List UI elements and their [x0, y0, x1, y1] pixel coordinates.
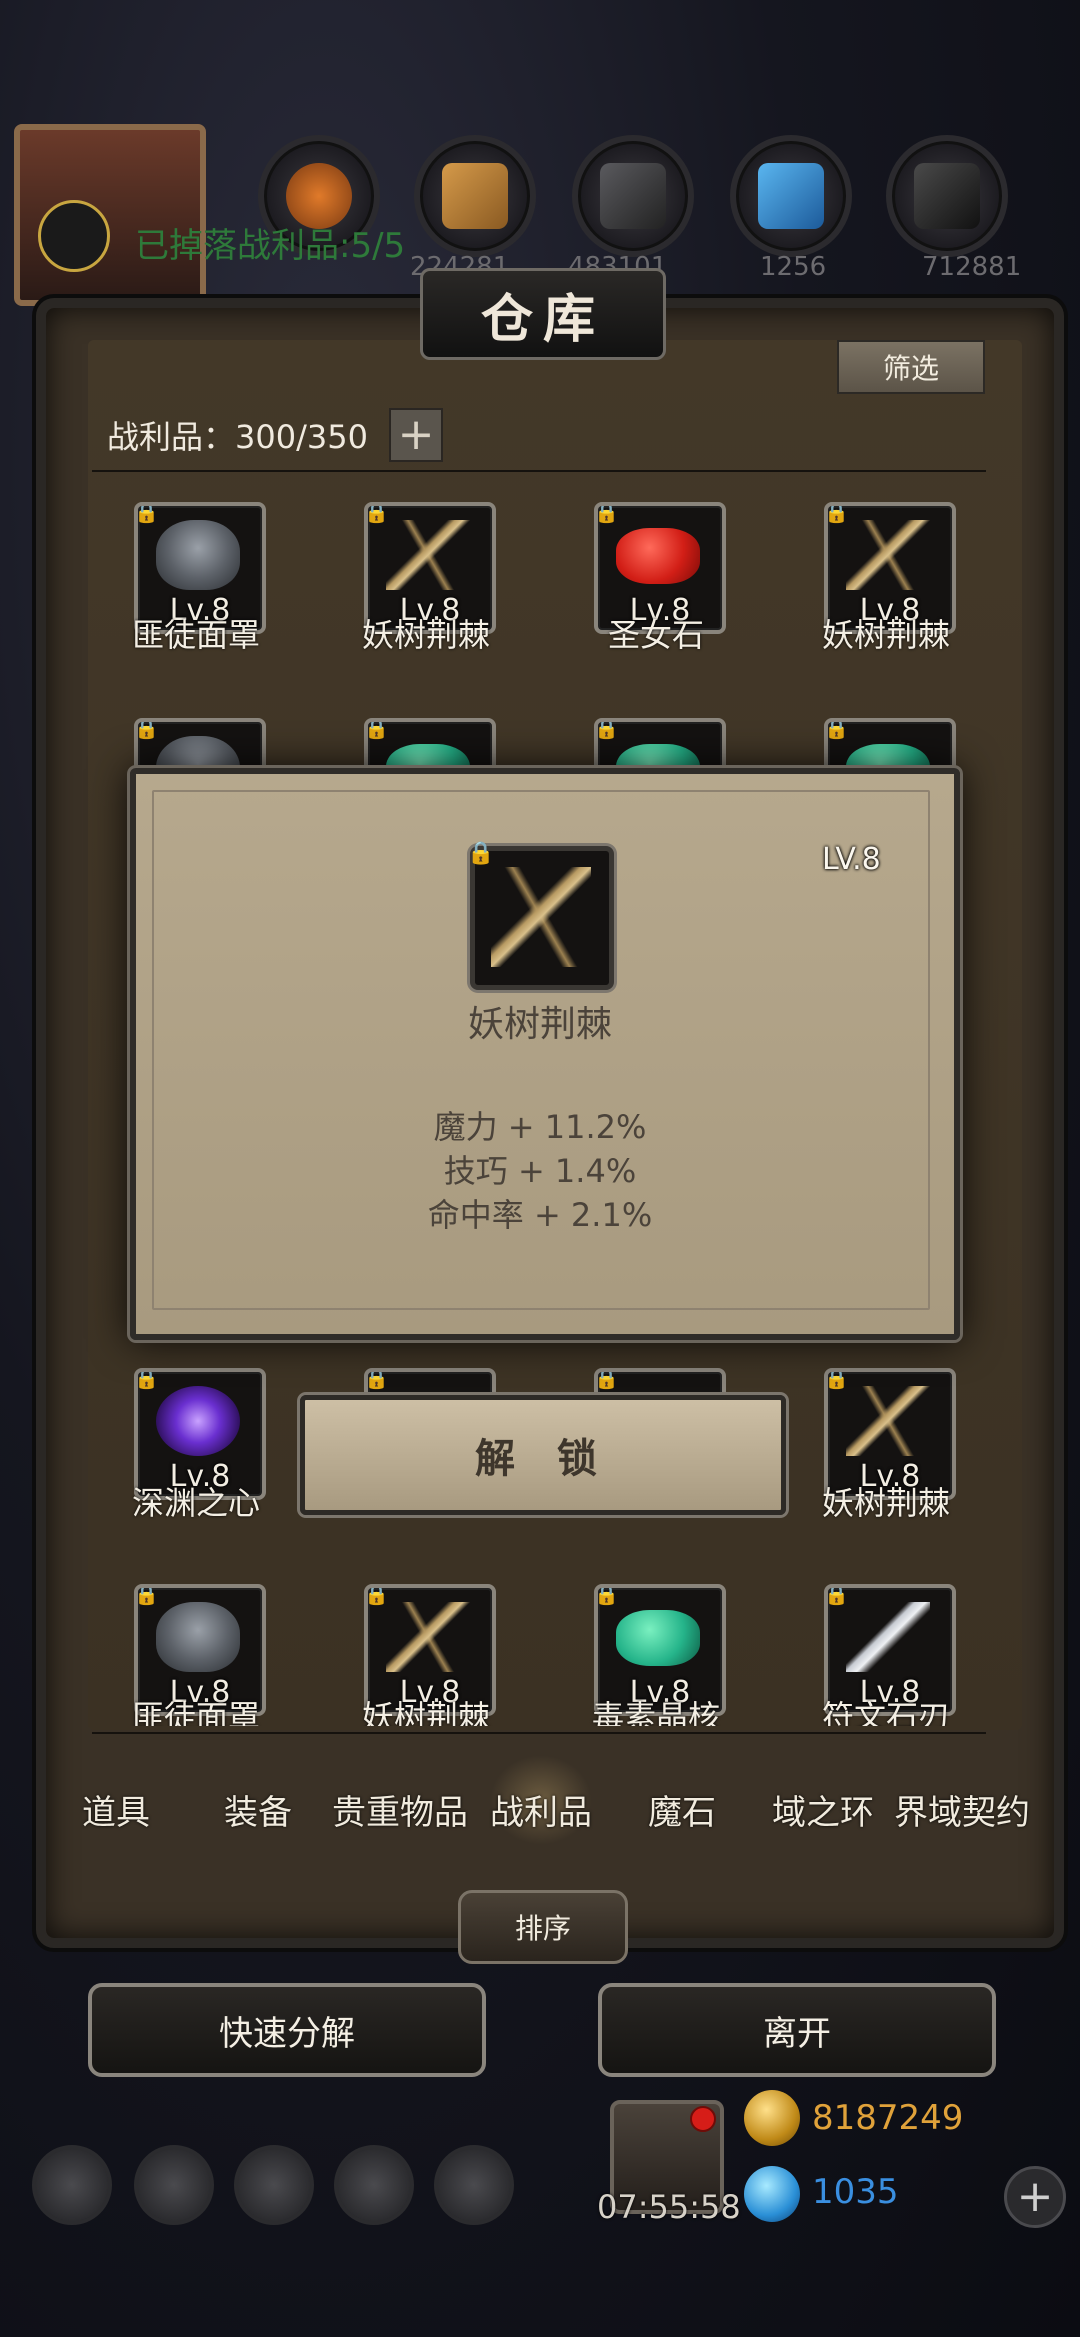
item-name: 妖树荆棘	[361, 616, 490, 654]
item-name: 妖树荆棘	[821, 1484, 950, 1522]
tab-items[interactable]: 道具	[82, 1785, 150, 1834]
expand-capacity-button[interactable]: +	[389, 408, 443, 462]
lock-icon: 🔒	[467, 841, 495, 866]
notification-dot	[690, 2106, 716, 2132]
drop-status: 已掉落战利品:5/5	[135, 226, 406, 266]
gold-coin-icon	[744, 2090, 800, 2146]
thorn-branch-icon	[386, 520, 470, 590]
item-name: 圣女石	[607, 616, 704, 654]
lock-icon: 🔒	[594, 502, 619, 524]
mail-icon[interactable]	[334, 2145, 414, 2225]
lock-icon: 🔒	[594, 1584, 619, 1606]
filter-button[interactable]: 筛选	[837, 340, 985, 394]
item-name: 妖树荆棘	[821, 616, 950, 654]
sort-button[interactable]: 排序	[458, 1890, 628, 1964]
lock-icon: 🔒	[364, 718, 389, 740]
tab-domain-ring[interactable]: 域之环	[772, 1785, 874, 1834]
guild-icon[interactable]	[234, 2145, 314, 2225]
loot-count: 战利品：300/350	[107, 418, 368, 456]
lock-icon: 🔒	[364, 1584, 389, 1606]
add-gems-button[interactable]: +	[1004, 2166, 1066, 2228]
item-name: 匪徒面罩	[131, 1698, 260, 1726]
crystal-resource[interactable]	[730, 135, 852, 257]
item-name: 深渊之心	[131, 1484, 260, 1522]
ore-resource[interactable]	[886, 135, 1008, 257]
iron-icon	[600, 163, 666, 229]
lock-icon: 🔒	[824, 502, 849, 524]
crystal-icon	[758, 163, 824, 229]
lock-icon: 🔒	[134, 1584, 159, 1606]
plank-resource[interactable]	[414, 135, 536, 257]
mask-icon	[156, 520, 240, 590]
thorn-branch-icon	[846, 1386, 930, 1456]
item-name: 毒素晶核	[591, 1698, 720, 1726]
gem-icon	[744, 2166, 800, 2222]
gem-amount: 1035	[812, 2172, 899, 2212]
divider	[92, 470, 986, 472]
lock-icon: 🔒	[594, 718, 619, 740]
lock-icon: 🔒	[824, 718, 849, 740]
red-stone-icon	[616, 528, 700, 584]
lock-icon: 🔒	[364, 1368, 389, 1390]
tab-equipment[interactable]: 装备	[224, 1785, 292, 1834]
settings-icon[interactable]	[32, 2145, 112, 2225]
tab-realm-contract[interactable]: 界域契约	[894, 1785, 1030, 1834]
gift-timer: 07:55:58	[597, 2188, 741, 2226]
lock-icon: 🔒	[134, 1368, 159, 1390]
resource-count: 712881	[922, 252, 1022, 282]
hero-badge-icon	[38, 200, 110, 272]
lock-icon: 🔒	[824, 1368, 849, 1390]
popup-item-icon: 🔒	[467, 841, 614, 990]
gold-amount: 8187249	[812, 2098, 964, 2138]
shop-icon[interactable]	[434, 2145, 514, 2225]
item-name: 妖树荆棘	[361, 1698, 490, 1726]
abyss-heart-icon	[156, 1386, 240, 1456]
lock-icon: 🔒	[824, 1584, 849, 1606]
green-gem-icon	[616, 1610, 700, 1666]
popup-stat: 魔力 + 11.2%	[433, 1108, 647, 1146]
quick-decompose-button[interactable]: 快速分解	[88, 1983, 486, 2077]
divider	[92, 1732, 986, 1734]
iron-resource[interactable]	[572, 135, 694, 257]
plank-icon	[442, 163, 508, 229]
lock-icon: 🔒	[134, 718, 159, 740]
item-name: 符文石刃	[821, 1698, 950, 1726]
achievement-icon[interactable]	[134, 2145, 214, 2225]
page-title: 仓库	[420, 268, 666, 360]
rune-blade-icon	[846, 1602, 930, 1672]
tab-magic-stone[interactable]: 魔石	[648, 1785, 716, 1834]
thorn-branch-icon	[846, 520, 930, 590]
thorn-branch-icon	[491, 867, 591, 967]
item-name: 匪徒面罩	[131, 616, 260, 654]
popup-item-name: 妖树荆棘	[467, 1004, 612, 1045]
popup-stat: 命中率 + 2.1%	[427, 1196, 653, 1234]
lock-icon: 🔒	[364, 502, 389, 524]
tab-loot[interactable]: 战利品	[490, 1785, 592, 1834]
leave-button[interactable]: 离开	[598, 1983, 996, 2077]
hero-portrait[interactable]	[14, 124, 206, 306]
thorn-branch-icon	[386, 1602, 470, 1672]
popup-level: LV.8	[822, 842, 881, 877]
popup-stat: 技巧 + 1.4%	[443, 1152, 637, 1190]
tab-valuables[interactable]: 贵重物品	[332, 1785, 468, 1834]
unlock-button[interactable]: 解 锁	[300, 1395, 786, 1515]
lock-icon: 🔒	[594, 1368, 619, 1390]
resource-count: 1256	[760, 252, 827, 282]
lock-icon: 🔒	[134, 502, 159, 524]
mask-icon	[156, 1602, 240, 1672]
ore-icon	[914, 163, 980, 229]
